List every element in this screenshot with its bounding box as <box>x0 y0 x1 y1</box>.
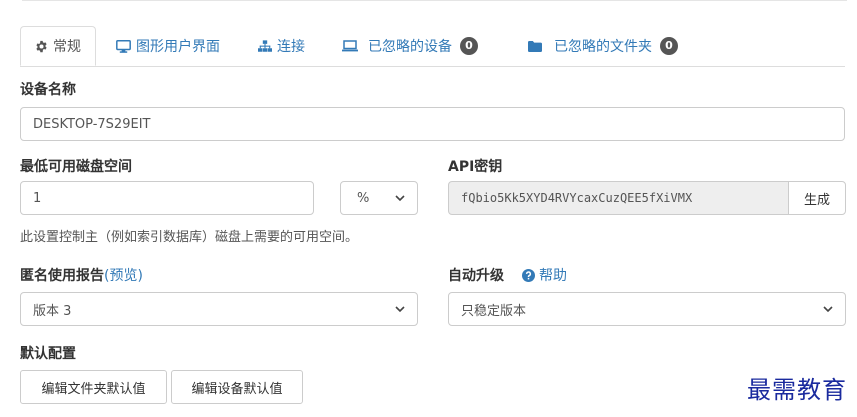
auto-upgrade-value: 只稳定版本 <box>461 303 527 319</box>
gear-icon <box>35 40 48 53</box>
desktop-icon <box>116 39 131 53</box>
api-key-value: fQbio5Kk5XYD4RVYcaxCuzQEE5fXiVMX <box>461 191 693 205</box>
ignored-devices-count-badge: 0 <box>460 37 478 55</box>
folder-icon <box>528 40 542 52</box>
tab-ignored-devices[interactable]: 已忽略的设备 0 <box>342 26 478 66</box>
min-disk-space-input[interactable]: 1 <box>20 181 314 215</box>
laptop-icon <box>342 40 358 52</box>
default-config-label: 默认配置 <box>20 346 76 362</box>
api-key-field[interactable]: fQbio5Kk5XYD4RVYcaxCuzQEE5fXiVMX <box>448 181 789 215</box>
watermark-text: 最需教育 <box>747 376 847 404</box>
tab-ignored-folders[interactable]: 已忽略的文件夹 0 <box>528 26 678 66</box>
usage-report-label-text: 匿名使用报告 <box>20 268 104 284</box>
usage-report-value: 版本 3 <box>33 303 72 319</box>
tab-label: 已忽略的文件夹 <box>554 39 652 55</box>
tab-gui[interactable]: 图形用户界面 <box>116 26 220 66</box>
auto-upgrade-select[interactable]: 只稳定版本 <box>448 292 846 326</box>
min-disk-space-value: 1 <box>33 190 42 206</box>
min-disk-space-label: 最低可用磁盘空间 <box>20 159 132 175</box>
min-disk-unit-value: % <box>357 190 370 206</box>
min-disk-unit-select[interactable]: % <box>340 181 418 215</box>
top-divider <box>22 0 847 1</box>
tab-label: 已忽略的设备 <box>368 39 452 55</box>
device-name-label: 设备名称 <box>20 82 76 98</box>
question-circle-icon <box>522 268 535 282</box>
api-key-label: API密钥 <box>448 159 503 175</box>
device-name-value: DESKTOP-7S29EIT <box>33 116 151 132</box>
auto-upgrade-help-label: 帮助 <box>539 268 567 284</box>
chevron-down-icon <box>823 305 833 313</box>
usage-report-label: 匿名使用报告(预览) <box>20 265 143 285</box>
tab-general[interactable]: 常规 <box>20 26 96 66</box>
ignored-folders-count-badge: 0 <box>660 37 678 55</box>
auto-upgrade-label: 自动升级 <box>448 268 504 284</box>
usage-report-select[interactable]: 版本 3 <box>20 292 418 326</box>
settings-tabs: 常规 图形用户界面 连接 已忽略的设备 0 已忽略的文件夹 0 <box>20 26 845 67</box>
auto-upgrade-help-link[interactable]: 帮助 <box>522 265 567 285</box>
chevron-down-icon <box>395 194 405 202</box>
generate-api-key-button[interactable]: 生成 <box>788 181 846 215</box>
min-disk-help-text: 此设置控制主（例如索引数据库）磁盘上需要的可用空间。 <box>20 230 359 245</box>
usage-report-preview-link[interactable]: (预览) <box>104 268 143 284</box>
chevron-down-icon <box>395 305 405 313</box>
tab-connections[interactable]: 连接 <box>258 26 305 66</box>
tab-label: 常规 <box>53 39 81 55</box>
sitemap-icon <box>258 39 272 53</box>
tab-label: 图形用户界面 <box>136 39 220 55</box>
tab-label: 连接 <box>277 39 305 55</box>
device-name-input[interactable]: DESKTOP-7S29EIT <box>20 107 845 141</box>
edit-device-defaults-button[interactable]: 编辑设备默认值 <box>171 370 303 404</box>
edit-folder-defaults-button[interactable]: 编辑文件夹默认值 <box>20 370 167 404</box>
